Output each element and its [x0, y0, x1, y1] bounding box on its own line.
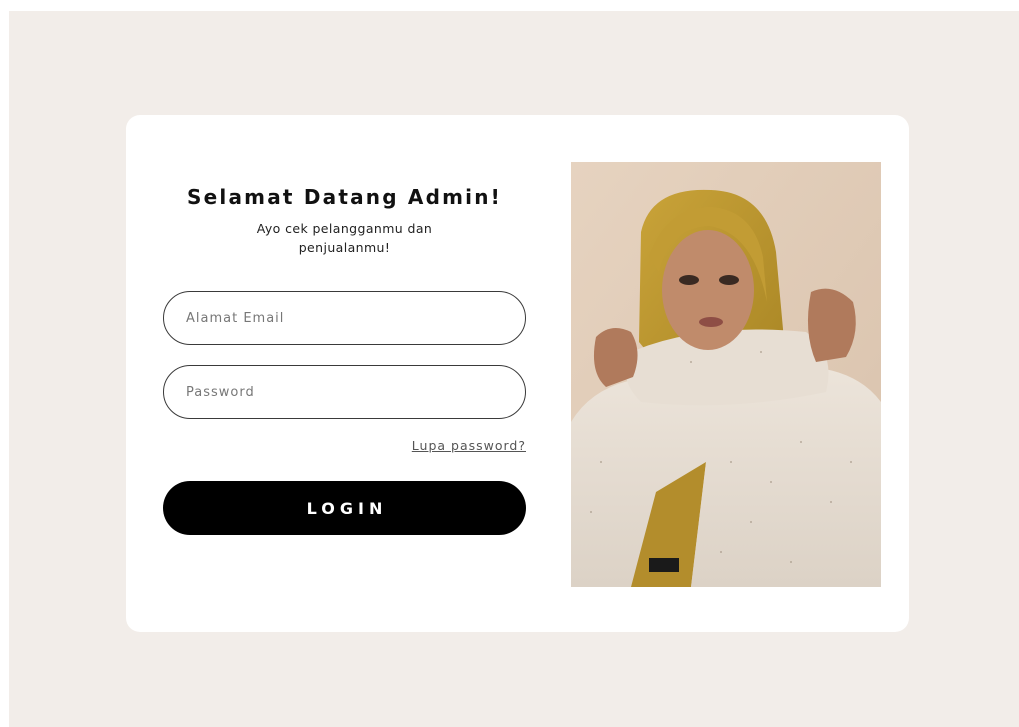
- forgot-password-row: Lupa password?: [163, 435, 526, 453]
- forgot-password-link[interactable]: Lupa password?: [412, 438, 526, 453]
- login-card: Selamat Datang Admin! Ayo cek pelangganm…: [126, 115, 909, 632]
- password-input[interactable]: [163, 365, 526, 419]
- login-form: Selamat Datang Admin! Ayo cek pelangganm…: [163, 185, 526, 535]
- hero-image: [571, 162, 881, 587]
- page-title: Selamat Datang Admin!: [187, 185, 502, 209]
- page-subtitle: Ayo cek pelangganmu dan penjualanmu!: [256, 221, 433, 255]
- login-button[interactable]: LOGIN: [163, 481, 526, 535]
- email-input[interactable]: [163, 291, 526, 345]
- hijab-model-illustration: [571, 162, 881, 587]
- page-background: Selamat Datang Admin! Ayo cek pelangganm…: [9, 11, 1019, 727]
